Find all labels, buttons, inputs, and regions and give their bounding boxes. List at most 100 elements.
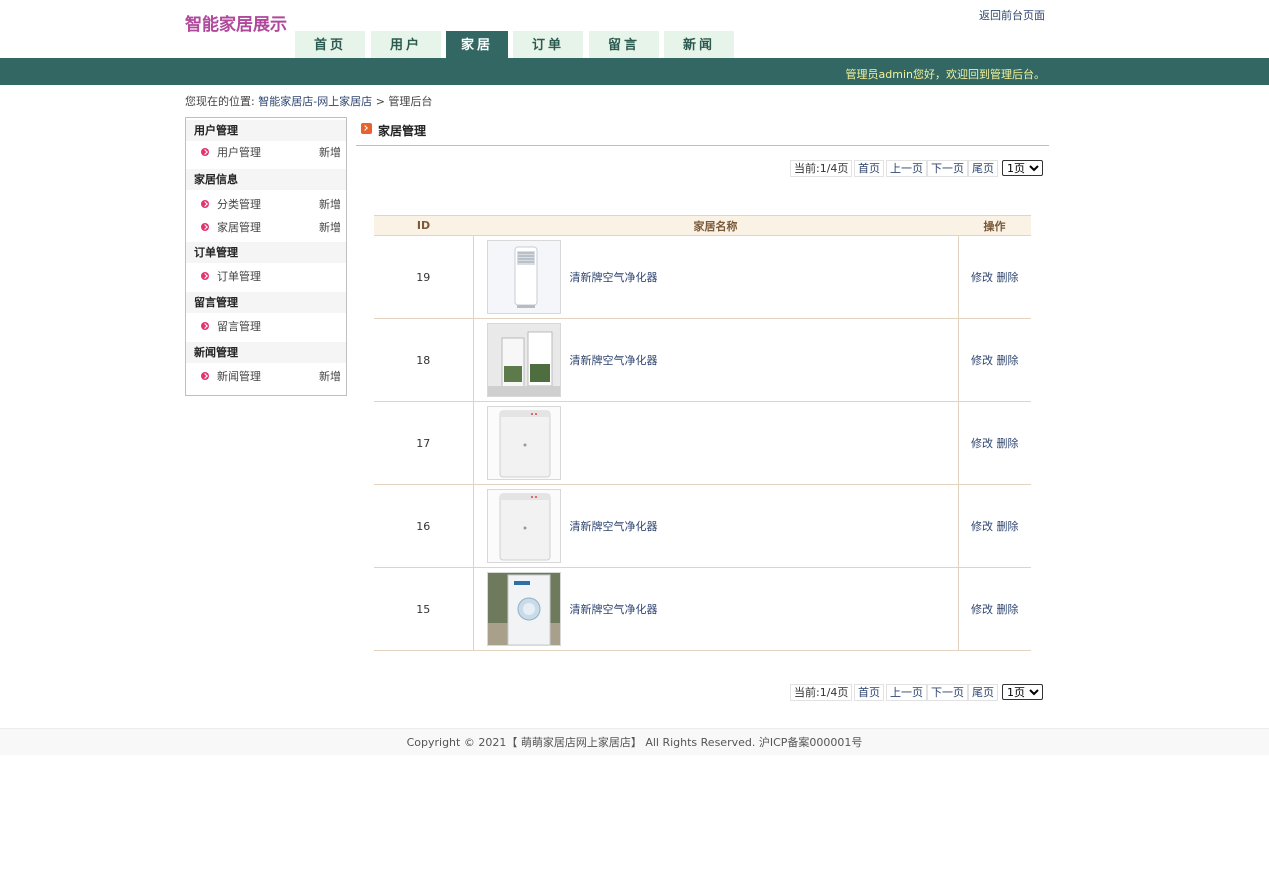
column-header-id: ID	[374, 215, 473, 236]
bullet-arrow-icon	[201, 148, 209, 156]
sidebar-item-label[interactable]: 分类管理	[217, 193, 261, 216]
row-id: 19	[374, 235, 474, 319]
sidebar-item-order-manage[interactable]: 订单管理	[186, 265, 346, 288]
row-name-cell: 清新牌空气净化器	[473, 235, 959, 319]
product-thumbnail	[486, 323, 561, 397]
edit-link[interactable]: 修改	[971, 603, 993, 616]
delete-link[interactable]: 删除	[997, 271, 1019, 284]
tab-users[interactable]: 用户	[371, 31, 441, 58]
edit-link[interactable]: 修改	[971, 520, 993, 533]
table-row: 15 清新牌空气净化器 修改 删除	[374, 567, 1031, 651]
row-id: 16	[374, 484, 474, 568]
breadcrumb-current: 管理后台	[388, 95, 433, 108]
breadcrumb-separator: >	[375, 95, 385, 108]
row-actions: 修改 删除	[958, 235, 1031, 319]
pager-current: 当前:1/4页	[790, 684, 853, 701]
welcome-message: 管理员admin您好，欢迎回到管理后台。	[845, 68, 1045, 81]
copyright-text: Copyright © 2021【 萌萌家居店网上家居店】 All Rights…	[406, 736, 863, 749]
row-id: 15	[374, 567, 474, 651]
header-bar: 管理员admin您好，欢迎回到管理后台。	[0, 58, 1269, 85]
pager-next-link[interactable]: 下一页	[927, 684, 968, 701]
row-id: 18	[374, 318, 474, 402]
column-header-name: 家居名称	[473, 215, 958, 236]
sidebar-add-link[interactable]: 新增	[319, 141, 341, 164]
sidebar-add-link[interactable]: 新增	[319, 365, 341, 388]
delete-link[interactable]: 删除	[997, 603, 1019, 616]
sidebar-item-label[interactable]: 订单管理	[217, 265, 261, 288]
row-actions: 修改 删除	[958, 567, 1031, 651]
product-thumbnail	[486, 489, 561, 563]
pager-prev-link[interactable]: 上一页	[886, 684, 927, 701]
pager-top: 当前:1/4页 首页 上一页 下一页 尾页 1页	[790, 160, 1046, 177]
product-thumbnail	[486, 240, 561, 314]
edit-link[interactable]: 修改	[971, 437, 993, 450]
product-name-link[interactable]: 清新牌空气净化器	[570, 352, 658, 368]
sidebar: 用户管理 用户管理 新增 家居信息 分类管理 新增 家居管理 新增 订单管理 订…	[185, 117, 347, 396]
sidebar-item-label[interactable]: 家居管理	[217, 216, 261, 239]
row-name-cell: 清新牌空气净化器	[473, 318, 959, 402]
delete-link[interactable]: 删除	[997, 437, 1019, 450]
product-thumbnail	[486, 572, 561, 646]
section-header: 家居管理	[356, 117, 1049, 146]
sidebar-item-message-manage[interactable]: 留言管理	[186, 315, 346, 338]
tab-news[interactable]: 新闻	[664, 31, 734, 58]
product-name-link[interactable]: 清新牌空气净化器	[570, 269, 658, 285]
sidebar-group-users: 用户管理	[186, 120, 346, 141]
sidebar-item-user-manage[interactable]: 用户管理 新增	[186, 141, 346, 164]
tab-furniture[interactable]: 家居	[446, 31, 508, 58]
sidebar-add-link[interactable]: 新增	[319, 193, 341, 216]
furniture-table: ID 家居名称 操作 19 清新牌空气净化器 修改 删除 18 清新牌空气净化器…	[374, 215, 1031, 651]
pager-first-link[interactable]: 首页	[854, 684, 884, 701]
bullet-arrow-icon	[201, 272, 209, 280]
pager-next-link[interactable]: 下一页	[927, 160, 968, 177]
column-header-ops: 操作	[958, 215, 1031, 236]
product-name-link[interactable]: 清新牌空气净化器	[570, 601, 658, 617]
row-name-cell	[473, 401, 959, 485]
row-name-cell: 清新牌空气净化器	[473, 484, 959, 568]
table-row: 19 清新牌空气净化器 修改 删除	[374, 235, 1031, 319]
edit-link[interactable]: 修改	[971, 271, 993, 284]
product-name-link[interactable]: 清新牌空气净化器	[570, 518, 658, 534]
page-select[interactable]: 1页	[1002, 160, 1043, 176]
bullet-arrow-icon	[201, 223, 209, 231]
bullet-arrow-icon	[201, 322, 209, 330]
tab-messages[interactable]: 留言	[589, 31, 659, 58]
sidebar-group-news: 新闻管理	[186, 342, 346, 363]
sidebar-group-messages: 留言管理	[186, 292, 346, 313]
sidebar-item-news-manage[interactable]: 新闻管理 新增	[186, 365, 346, 388]
table-row: 16 清新牌空气净化器 修改 删除	[374, 484, 1031, 568]
row-actions: 修改 删除	[958, 318, 1031, 402]
delete-link[interactable]: 删除	[997, 354, 1019, 367]
breadcrumb-site-link[interactable]: 智能家居店-网上家居店	[258, 95, 372, 108]
pager-first-link[interactable]: 首页	[854, 160, 884, 177]
section-title: 家居管理	[378, 124, 427, 138]
table-row: 18 清新牌空气净化器 修改 删除	[374, 318, 1031, 402]
sidebar-item-label[interactable]: 留言管理	[217, 315, 261, 338]
table-row: 17 修改 删除	[374, 401, 1031, 485]
row-id: 17	[374, 401, 474, 485]
pager-bottom: 当前:1/4页 首页 上一页 下一页 尾页 1页	[790, 684, 1046, 701]
tab-home[interactable]: 首页	[295, 31, 365, 58]
pager-last-link[interactable]: 尾页	[968, 160, 998, 177]
pager-current: 当前:1/4页	[790, 160, 853, 177]
sidebar-item-label[interactable]: 用户管理	[217, 141, 261, 164]
sidebar-item-category-manage[interactable]: 分类管理 新增	[186, 193, 346, 216]
bullet-arrow-icon	[201, 372, 209, 380]
pager-last-link[interactable]: 尾页	[968, 684, 998, 701]
edit-link[interactable]: 修改	[971, 354, 993, 367]
tab-orders[interactable]: 订单	[513, 31, 583, 58]
table-header-row: ID 家居名称 操作	[374, 215, 1031, 236]
row-name-cell: 清新牌空气净化器	[473, 567, 959, 651]
row-actions: 修改 删除	[958, 484, 1031, 568]
sidebar-add-link[interactable]: 新增	[319, 216, 341, 239]
page-select[interactable]: 1页	[1002, 684, 1043, 700]
row-actions: 修改 删除	[958, 401, 1031, 485]
sidebar-item-furniture-manage[interactable]: 家居管理 新增	[186, 216, 346, 239]
delete-link[interactable]: 删除	[997, 520, 1019, 533]
breadcrumb: 您现在的位置: 智能家居店-网上家居店 > 管理后台	[185, 93, 432, 109]
sidebar-item-label[interactable]: 新闻管理	[217, 365, 261, 388]
arrow-right-icon	[361, 123, 372, 134]
back-to-frontend-link[interactable]: 返回前台页面	[979, 7, 1045, 23]
breadcrumb-prefix: 您现在的位置:	[185, 95, 255, 108]
pager-prev-link[interactable]: 上一页	[886, 160, 927, 177]
